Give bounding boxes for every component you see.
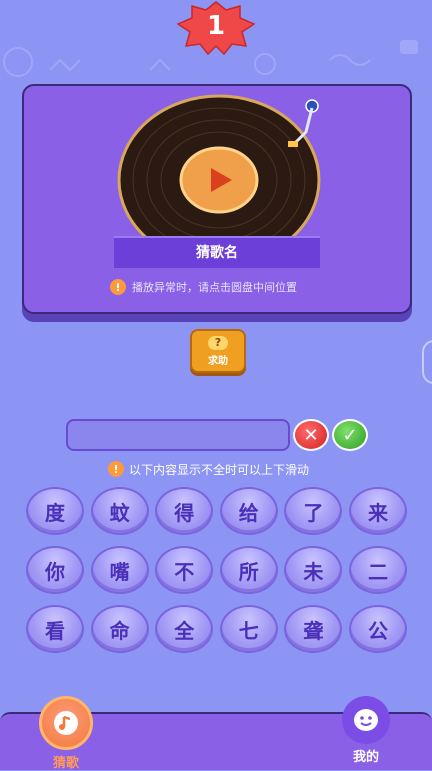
char-button[interactable]: 全 [155, 605, 214, 653]
char-button[interactable]: 聋 [284, 605, 343, 653]
player-card: 猜歌名 ! 播放异常时，请点击圆盘中间位置 [22, 84, 412, 314]
music-note-icon [39, 696, 93, 750]
nav-tab-guess[interactable]: 猜歌 [31, 696, 101, 771]
char-button[interactable]: 看 [26, 605, 84, 653]
scroll-hint: ! 以下内容显示不全时可以上下滑动 [108, 460, 309, 478]
bottom-nav: 猜歌 我的 [0, 696, 432, 771]
answer-input[interactable] [66, 419, 290, 451]
level-badge: 1 [176, 0, 256, 56]
char-button[interactable]: 不 [155, 546, 214, 594]
question-icon: ? [208, 335, 228, 350]
level-number: 1 [206, 11, 226, 41]
check-icon: ✓ [342, 424, 358, 446]
close-icon: ✕ [303, 424, 319, 446]
char-button[interactable]: 嘴 [90, 546, 149, 594]
char-button[interactable]: 蚊 [90, 487, 149, 535]
confirm-answer-button[interactable]: ✓ [332, 419, 368, 451]
help-button[interactable]: ? 求助 [190, 329, 246, 373]
alert-icon: ! [108, 461, 124, 477]
song-name-label: 猜歌名 [114, 236, 320, 268]
char-button[interactable]: 给 [219, 487, 278, 535]
char-button[interactable]: 七 [219, 605, 278, 653]
playback-notice-text: 播放异常时，请点击圆盘中间位置 [132, 281, 297, 294]
nav-label-mine: 我的 [352, 750, 379, 765]
smiley-icon [342, 696, 390, 744]
tonearm-icon [288, 99, 319, 147]
char-button[interactable]: 了 [284, 487, 343, 535]
char-button[interactable]: 未 [284, 546, 343, 594]
char-button[interactable]: 公 [348, 605, 407, 653]
char-button[interactable]: 度 [26, 487, 84, 535]
char-button[interactable]: 二 [348, 546, 407, 594]
help-label: 求助 [208, 355, 228, 367]
side-drawer-handle[interactable] [422, 340, 432, 384]
clear-answer-button[interactable]: ✕ [293, 419, 329, 451]
character-grid: 度 蚊 得 给 了 来 你 嘴 不 所 未 二 看 命 全 七 聋 公 [26, 487, 407, 653]
char-button[interactable]: 来 [348, 487, 407, 535]
char-button[interactable]: 命 [90, 605, 149, 653]
char-button[interactable]: 你 [26, 546, 84, 594]
nav-label-guess: 猜歌 [52, 756, 79, 771]
playback-notice: ! 播放异常时，请点击圆盘中间位置 [110, 278, 297, 296]
char-button[interactable]: 得 [155, 487, 214, 535]
alert-icon: ! [110, 279, 126, 295]
nav-tab-mine[interactable]: 我的 [331, 696, 401, 765]
scroll-hint-text: 以下内容显示不全时可以上下滑动 [129, 462, 310, 477]
char-button[interactable]: 所 [219, 546, 278, 594]
